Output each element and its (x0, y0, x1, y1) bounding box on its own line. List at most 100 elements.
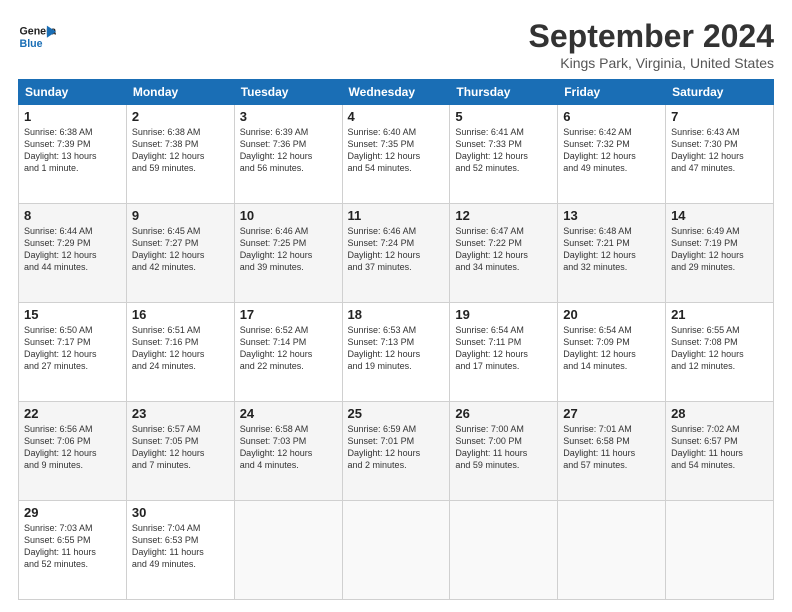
table-row: 3 Sunrise: 6:39 AMSunset: 7:36 PMDaylight… (234, 105, 342, 204)
day-number: 24 (240, 406, 337, 421)
col-saturday: Saturday (666, 80, 774, 105)
day-number: 18 (348, 307, 445, 322)
day-number: 25 (348, 406, 445, 421)
day-number: 6 (563, 109, 660, 124)
table-row: 17 Sunrise: 6:52 AMSunset: 7:14 PMDayligh… (234, 303, 342, 402)
table-row: 7 Sunrise: 6:43 AMSunset: 7:30 PMDaylight… (666, 105, 774, 204)
day-number: 30 (132, 505, 229, 520)
cell-content: Sunrise: 6:50 AMSunset: 7:17 PMDaylight:… (24, 324, 121, 373)
table-row: 21 Sunrise: 6:55 AMSunset: 7:08 PMDayligh… (666, 303, 774, 402)
day-number: 20 (563, 307, 660, 322)
cell-content: Sunrise: 6:54 AMSunset: 7:11 PMDaylight:… (455, 324, 552, 373)
cell-content: Sunrise: 6:57 AMSunset: 7:05 PMDaylight:… (132, 423, 229, 472)
cell-content: Sunrise: 7:02 AMSunset: 6:57 PMDaylight:… (671, 423, 768, 472)
header: General Blue September 2024 Kings Park, … (18, 18, 774, 71)
table-row: 20 Sunrise: 6:54 AMSunset: 7:09 PMDayligh… (558, 303, 666, 402)
cell-content: Sunrise: 6:39 AMSunset: 7:36 PMDaylight:… (240, 126, 337, 175)
col-wednesday: Wednesday (342, 80, 450, 105)
calendar-week-row: 1Sunrise: 6:38 AMSunset: 7:39 PMDaylight… (19, 105, 774, 204)
table-row: 10Sunrise: 6:46 AMSunset: 7:25 PMDayligh… (234, 204, 342, 303)
day-number: 7 (671, 109, 768, 124)
day-number: 9 (132, 208, 229, 223)
day-number: 26 (455, 406, 552, 421)
table-row (234, 501, 342, 600)
table-row: 12 Sunrise: 6:47 AMSunset: 7:22 PMDayligh… (450, 204, 558, 303)
day-number: 15 (24, 307, 121, 322)
table-row: 8 Sunrise: 6:44 AMSunset: 7:29 PMDaylight… (19, 204, 127, 303)
day-number: 27 (563, 406, 660, 421)
calendar-header-row: Sunday Monday Tuesday Wednesday Thursday… (19, 80, 774, 105)
day-number: 17 (240, 307, 337, 322)
table-row: 15 Sunrise: 6:50 AMSunset: 7:17 PMDayligh… (19, 303, 127, 402)
day-number: 21 (671, 307, 768, 322)
day-number: 10 (240, 208, 337, 223)
cell-content: Sunrise: 6:45 AMSunset: 7:27 PMDaylight:… (132, 225, 229, 274)
table-row: 24 Sunrise: 6:58 AMSunset: 7:03 PMDayligh… (234, 402, 342, 501)
table-row: 6Sunrise: 6:42 AMSunset: 7:32 PMDaylight… (558, 105, 666, 204)
cell-content: Sunrise: 6:38 AMSunset: 7:38 PMDaylight:… (132, 126, 229, 175)
cell-content: Sunrise: 6:55 AMSunset: 7:08 PMDaylight:… (671, 324, 768, 373)
table-row: 13 Sunrise: 6:48 AMSunset: 7:21 PMDayligh… (558, 204, 666, 303)
table-row: 29 Sunrise: 7:03 AMSunset: 6:55 PMDayligh… (19, 501, 127, 600)
cell-content: Sunrise: 6:58 AMSunset: 7:03 PMDaylight:… (240, 423, 337, 472)
cell-content: Sunrise: 7:04 AMSunset: 6:53 PMDaylight:… (132, 522, 229, 571)
logo-icon: General Blue (18, 18, 56, 56)
table-row: 14Sunrise: 6:49 AMSunset: 7:19 PMDayligh… (666, 204, 774, 303)
cell-content: Sunrise: 6:44 AMSunset: 7:29 PMDaylight:… (24, 225, 121, 274)
cell-content: Sunrise: 6:52 AMSunset: 7:14 PMDaylight:… (240, 324, 337, 373)
cell-content: Sunrise: 7:01 AMSunset: 6:58 PMDaylight:… (563, 423, 660, 472)
cell-content: Sunrise: 6:41 AMSunset: 7:33 PMDaylight:… (455, 126, 552, 175)
cell-content: Sunrise: 6:46 AMSunset: 7:24 PMDaylight:… (348, 225, 445, 274)
table-row: 16 Sunrise: 6:51 AMSunset: 7:16 PMDayligh… (126, 303, 234, 402)
calendar-table: Sunday Monday Tuesday Wednesday Thursday… (18, 79, 774, 600)
day-number: 2 (132, 109, 229, 124)
day-number: 13 (563, 208, 660, 223)
calendar-week-row: 22 Sunrise: 6:56 AMSunset: 7:06 PMDayligh… (19, 402, 774, 501)
calendar-page: General Blue September 2024 Kings Park, … (0, 0, 792, 612)
col-sunday: Sunday (19, 80, 127, 105)
col-tuesday: Tuesday (234, 80, 342, 105)
table-row: 4Sunrise: 6:40 AMSunset: 7:35 PMDaylight… (342, 105, 450, 204)
day-number: 28 (671, 406, 768, 421)
day-number: 22 (24, 406, 121, 421)
cell-content: Sunrise: 6:43 AMSunset: 7:30 PMDaylight:… (671, 126, 768, 175)
cell-content: Sunrise: 6:51 AMSunset: 7:16 PMDaylight:… (132, 324, 229, 373)
table-row: 18 Sunrise: 6:53 AMSunset: 7:13 PMDayligh… (342, 303, 450, 402)
day-number: 8 (24, 208, 121, 223)
col-friday: Friday (558, 80, 666, 105)
table-row (450, 501, 558, 600)
calendar-week-row: 29 Sunrise: 7:03 AMSunset: 6:55 PMDayligh… (19, 501, 774, 600)
table-row: 11Sunrise: 6:46 AMSunset: 7:24 PMDayligh… (342, 204, 450, 303)
table-row: 25 Sunrise: 6:59 AMSunset: 7:01 PMDayligh… (342, 402, 450, 501)
logo: General Blue (18, 18, 56, 56)
day-number: 29 (24, 505, 121, 520)
table-row: 5Sunrise: 6:41 AMSunset: 7:33 PMDaylight… (450, 105, 558, 204)
cell-content: Sunrise: 6:53 AMSunset: 7:13 PMDaylight:… (348, 324, 445, 373)
cell-content: Sunrise: 7:03 AMSunset: 6:55 PMDaylight:… (24, 522, 121, 571)
cell-content: Sunrise: 7:00 AMSunset: 7:00 PMDaylight:… (455, 423, 552, 472)
day-number: 3 (240, 109, 337, 124)
day-number: 14 (671, 208, 768, 223)
day-number: 23 (132, 406, 229, 421)
svg-text:Blue: Blue (20, 38, 43, 50)
table-row: 9 Sunrise: 6:45 AMSunset: 7:27 PMDaylight… (126, 204, 234, 303)
title-block: September 2024 Kings Park, Virginia, Uni… (529, 18, 774, 71)
cell-content: Sunrise: 6:47 AMSunset: 7:22 PMDaylight:… (455, 225, 552, 274)
table-row: 28 Sunrise: 7:02 AMSunset: 6:57 PMDayligh… (666, 402, 774, 501)
table-row (666, 501, 774, 600)
day-number: 16 (132, 307, 229, 322)
table-row: 26 Sunrise: 7:00 AMSunset: 7:00 PMDayligh… (450, 402, 558, 501)
table-row: 19 Sunrise: 6:54 AMSunset: 7:11 PMDayligh… (450, 303, 558, 402)
day-number: 12 (455, 208, 552, 223)
calendar-week-row: 8 Sunrise: 6:44 AMSunset: 7:29 PMDaylight… (19, 204, 774, 303)
day-number: 19 (455, 307, 552, 322)
table-row: 30 Sunrise: 7:04 AMSunset: 6:53 PMDayligh… (126, 501, 234, 600)
cell-content: Sunrise: 6:48 AMSunset: 7:21 PMDaylight:… (563, 225, 660, 274)
col-thursday: Thursday (450, 80, 558, 105)
cell-content: Sunrise: 6:59 AMSunset: 7:01 PMDaylight:… (348, 423, 445, 472)
cell-content: Sunrise: 6:56 AMSunset: 7:06 PMDaylight:… (24, 423, 121, 472)
table-row (342, 501, 450, 600)
cell-content: Sunrise: 6:54 AMSunset: 7:09 PMDaylight:… (563, 324, 660, 373)
calendar-week-row: 15 Sunrise: 6:50 AMSunset: 7:17 PMDayligh… (19, 303, 774, 402)
table-row: 27 Sunrise: 7:01 AMSunset: 6:58 PMDayligh… (558, 402, 666, 501)
